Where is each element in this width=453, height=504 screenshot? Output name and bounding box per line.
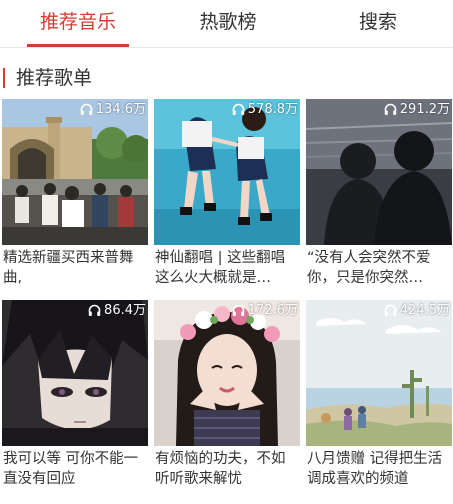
play-count-badge: 172.6万 [232,302,298,320]
playlist-cover-image [306,300,452,446]
play-count: 578.8万 [247,102,298,117]
playlist-name: 我可以等 可你不能一直没有回应 [3,451,139,487]
playlist-name: “没有人会突然不爱你，只是你突然… [307,250,431,286]
section-header: 推荐歌单 [0,64,453,92]
playlist-cover-image [154,99,300,245]
play-count: 134.6万 [95,102,146,117]
headphones-icon [384,304,397,323]
headphones-icon [80,103,93,122]
playlist-name: 神仙翻唱 | 这些翻唱这么火大概就是… [155,250,286,286]
play-count-badge: 86.4万 [88,302,146,320]
play-count: 172.6万 [247,303,298,318]
headphones-icon [232,304,245,323]
play-count-badge: 578.8万 [232,101,298,119]
playlist-name: 八月馈赠 记得把生活调成喜欢的频道 [307,451,443,487]
headphones-icon [384,103,397,122]
section-title: 推荐歌单 [16,67,93,89]
headphones-icon [88,304,101,323]
play-count: 291.2万 [399,102,450,117]
play-count-badge: 134.6万 [80,101,146,119]
active-tab-indicator [27,44,129,47]
section-accent-bar [3,68,5,88]
tab-recommended-music[interactable]: 推荐音乐 [27,0,129,48]
tab-search[interactable]: 搜索 [338,0,418,48]
play-count-badge: 424.5万 [384,302,450,320]
play-count: 86.4万 [104,303,146,318]
playlist-name: 有烦恼的功夫，不如听听歌来解忧 [155,451,286,487]
tab-hot-songs[interactable]: 热歌榜 [178,0,278,48]
playlist-name: 精选新疆买西来普舞曲, [3,250,134,286]
playlist-cover-image [2,99,148,245]
play-count-badge: 291.2万 [384,101,450,119]
top-tab-bar: 推荐音乐 热歌榜 搜索 [0,0,453,48]
play-count: 424.5万 [399,303,450,318]
playlist-cover-image [154,300,300,446]
playlist-cover-image [2,300,148,446]
playlist-cover-image [306,99,452,245]
headphones-icon [232,103,245,122]
